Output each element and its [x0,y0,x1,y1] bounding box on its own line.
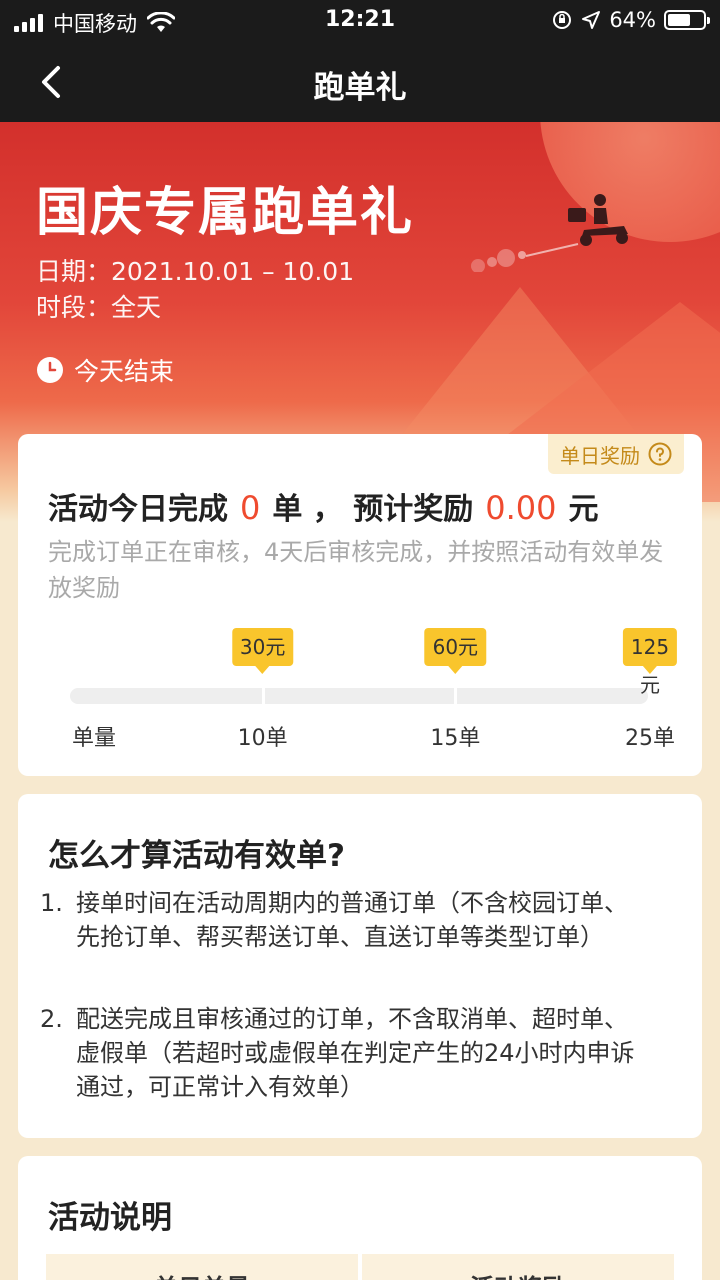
battery-percent: 64% [609,8,656,32]
rule-text: 接单时间在活动周期内的普通订单（不含校园订单、先抢订单、帮买帮送订单、直送订单等… [76,889,628,951]
milestone-order-label: 15单 [430,726,481,751]
rule-index: 2. [40,1005,63,1033]
daily-reward-label: 单日奖励 [560,443,640,468]
page-title: 跑单礼 [313,70,407,106]
reward-table-header: 单日单量 活动奖励 [46,1254,674,1280]
progress-separator [454,688,458,704]
column-header: 活动奖励 [362,1254,674,1280]
milestone-reward-bubble: 30元 [231,628,294,674]
rule-index: 1. [40,889,63,917]
column-header: 单日单量 [46,1254,358,1280]
question-circle-icon[interactable] [648,442,672,466]
end-notice-text: 今天结束 [74,357,175,386]
rule-text: 配送完成且审核通过的订单，不含取消单、超时单、虚假单（若超时或虚假单在判定产生的… [76,1005,635,1101]
nav-bar: 跑单礼 [0,42,720,122]
reward-amount: 0.00 [485,489,557,527]
scooter-rider-icon [568,194,628,246]
location-icon [582,11,601,29]
rotation-lock-icon [553,11,572,29]
milestone-reward-bubble: 125元 [622,628,678,697]
end-notice: 今天结束 [36,352,174,388]
progress-separator [261,688,265,704]
daily-reward-tag[interactable]: 单日奖励 [548,434,684,474]
valid-order-title: 怎么才算活动有效单? [48,838,345,874]
status-bar: 中国移动 12:21 64% [0,0,720,42]
progress-card: 单日奖励 活动今日完成 0 单 ， 预计奖励 0.00 元 完成订单正在审核，4天后审核… [18,434,702,776]
description-card: 活动说明 单日单量 活动奖励 [18,1156,702,1280]
progress-track [70,688,648,704]
activity-period: 时段：全天 [36,293,162,322]
activity-date: 日期：2021.10.01 – 10.01 [36,257,355,286]
summary-prefix: 活动今日完成 [48,492,228,527]
clock-icon [37,357,63,383]
milestone-order-label: 10单 [237,726,288,751]
battery-icon [664,10,710,30]
completed-count: 0 [240,489,261,527]
description-title: 活动说明 [48,1200,172,1236]
summary-mid: 单 ， 预计奖励 [272,492,474,527]
progress-summary: 活动今日完成 0 单 ， 预计奖励 0.00 元 [48,484,599,528]
valid-order-card: 怎么才算活动有效单? 1. 接单时间在活动周期内的普通订单（不含校园订单、先抢订… [18,794,702,1138]
rule-item: 1. 接单时间在活动周期内的普通订单（不含校园订单、先抢订单、帮买帮送订单、直送… [40,886,680,954]
milestone-reward-bubble: 60元 [424,628,487,674]
axis-label: 单量 [71,726,117,751]
rule-item: 2. 配送完成且审核通过的订单，不含取消单、超时单、虚假单（若超时或虚假单在判定… [40,1002,680,1104]
review-note: 完成订单正在审核，4天后审核完成，并按照活动有效单发放奖励 [48,538,664,602]
hero-title: 国庆专属跑单礼 [36,183,415,243]
summary-suffix: 元 [568,492,599,527]
milestone-order-label: 25单 [625,726,675,751]
